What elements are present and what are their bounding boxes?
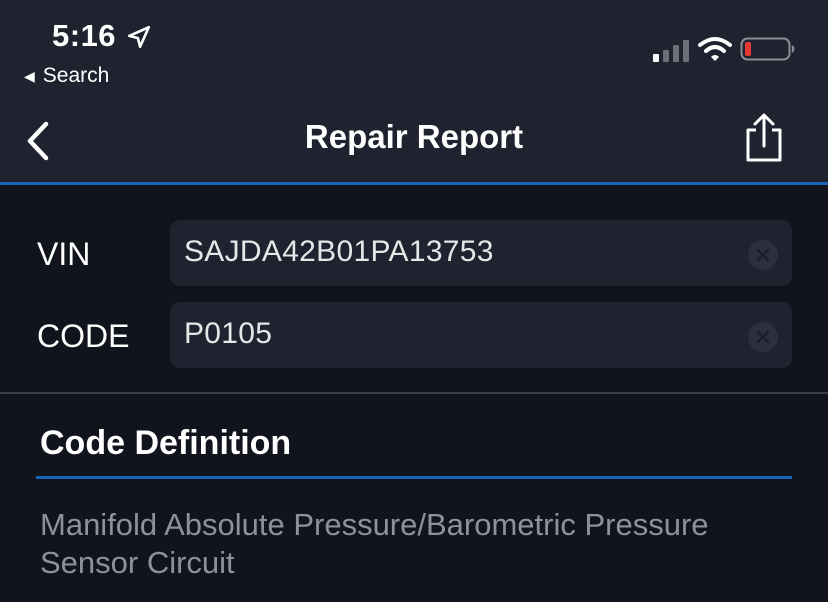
vin-value: SAJDA42B01PA13753 <box>184 235 494 268</box>
section-underline <box>36 476 792 479</box>
location-arrow-icon <box>127 25 151 49</box>
header-accent-line <box>0 182 828 185</box>
vin-label: VIN <box>37 236 91 272</box>
clear-circle-icon[interactable] <box>748 240 778 270</box>
clear-circle-icon[interactable] <box>748 322 778 352</box>
code-definition-text: Manifold Absolute Pressure/Barometric Pr… <box>40 507 709 580</box>
code-definition-heading: Code Definition <box>40 424 292 462</box>
wifi-icon <box>698 37 732 61</box>
code-input[interactable]: P0105 <box>170 302 792 368</box>
back-app-label: Search <box>42 64 110 87</box>
vin-input[interactable]: SAJDA42B01PA13753 <box>170 220 792 286</box>
back-to-app-link[interactable]: ◀ Search <box>24 64 109 88</box>
code-value: P0105 <box>184 317 273 350</box>
share-icon[interactable] <box>742 112 786 164</box>
code-label: CODE <box>37 318 130 354</box>
cellular-signal-icon <box>653 40 689 62</box>
status-time: 5:16 <box>52 18 117 53</box>
section-divider <box>0 392 828 394</box>
page-title: Repair Report <box>304 118 524 155</box>
battery-low-icon <box>740 37 795 61</box>
back-triangle-icon: ◀ <box>24 67 35 84</box>
